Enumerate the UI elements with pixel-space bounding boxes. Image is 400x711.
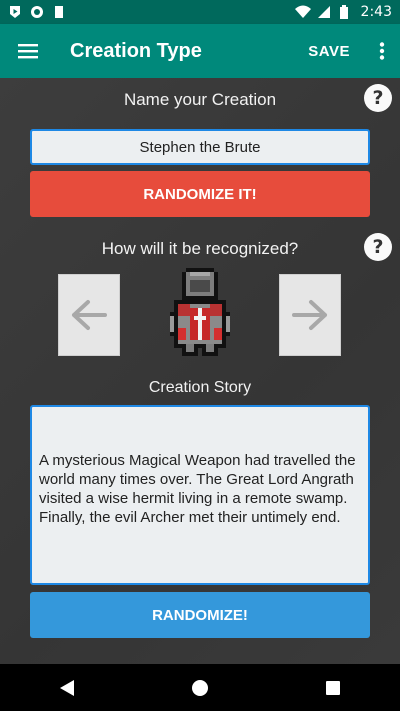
more-vert-icon [379,42,385,60]
creation-story-textbox[interactable]: A mysterious Magical Weapon had travelle… [30,405,370,585]
story-heading: Creation Story [148,379,252,396]
arrow-right-icon [292,300,327,330]
overflow-menu-button[interactable] [364,24,400,78]
back-button[interactable] [37,664,97,711]
home-circle-icon [191,679,208,696]
play-protect-icon [8,5,22,19]
content-area: Name your Creation ? RANDOMIZE IT! How w… [0,78,400,664]
battery-icon [339,5,353,19]
name-heading: Name your Creation [123,90,277,109]
app-bar: Creation Type SAVE [0,24,400,78]
wifi-icon [294,5,311,19]
sd-card-icon [52,5,66,19]
creation-name-input[interactable] [30,129,370,165]
recognition-help-icon[interactable]: ? [364,233,392,261]
previous-appearance-button[interactable] [58,274,120,356]
armored-knight-sprite [170,268,230,356]
next-appearance-button[interactable] [279,274,341,356]
page-title: Creation Type [70,39,202,62]
status-bar: 2:43 [0,0,400,24]
signal-icon [317,5,331,19]
randomize-story-button[interactable]: RANDOMIZE! [30,592,370,638]
recognition-heading: How will it be recognized? [101,239,299,258]
save-button[interactable]: SAVE [294,43,364,60]
name-help-icon[interactable]: ? [364,84,392,112]
recents-square-icon [326,680,341,695]
back-triangle-icon [59,679,74,696]
home-button[interactable] [170,664,230,711]
arrow-left-icon [72,300,107,330]
status-time: 2:43 [360,4,392,20]
recents-button[interactable] [303,664,363,711]
randomize-name-button[interactable]: RANDOMIZE IT! [30,171,370,217]
story-text: A mysterious Magical Weapon had travelle… [39,452,356,526]
navigation-bar [0,664,400,711]
record-icon [30,5,44,19]
hamburger-menu-icon [18,44,38,59]
menu-button[interactable] [0,24,56,78]
